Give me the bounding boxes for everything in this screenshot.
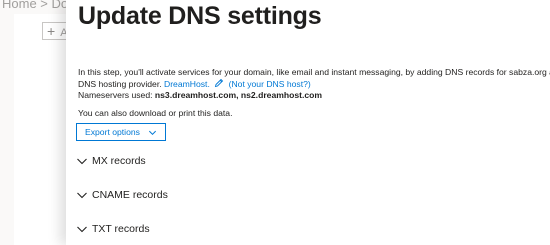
- intro-line-1: In this step, you'll activate services f…: [78, 67, 550, 77]
- chevron-down-icon: [77, 226, 87, 233]
- nameservers-line: Nameservers used: ns3.dreamhost.com, ns2…: [78, 90, 550, 101]
- export-options-label: Export options: [85, 127, 140, 137]
- section-label: TXT records: [92, 223, 150, 235]
- page-title: Update DNS settings: [78, 2, 322, 30]
- provider-link[interactable]: DreamHost.: [164, 79, 210, 89]
- pencil-icon[interactable]: [214, 78, 224, 88]
- intro-text: In this step, you'll activate services f…: [78, 67, 550, 101]
- intro-line-2: DNS hosting provider. DreamHost. (Not yo…: [78, 78, 550, 90]
- plus-icon: +: [47, 23, 56, 39]
- section-mx-records[interactable]: MX records: [76, 155, 146, 167]
- download-print-text: You can also download or print this data…: [78, 108, 233, 118]
- page: Home > Do + A Update DNS settings In this…: [0, 0, 550, 245]
- not-your-dns-host-link[interactable]: (Not your DNS host?): [229, 79, 311, 89]
- dns-settings-panel: Update DNS settings In this step, you'll…: [66, 0, 550, 245]
- section-txt-records[interactable]: TXT records: [76, 223, 150, 235]
- section-cname-records[interactable]: CNAME records: [76, 189, 168, 201]
- export-options-button[interactable]: Export options: [76, 123, 166, 141]
- chevron-down-icon: [77, 158, 87, 165]
- section-label: MX records: [92, 155, 146, 167]
- background-card: [14, 14, 74, 245]
- section-label: CNAME records: [92, 189, 168, 201]
- intro-line-2-prefix: DNS hosting provider.: [78, 79, 162, 89]
- nameservers-label: Nameservers used:: [78, 90, 153, 100]
- breadcrumb[interactable]: Home > Do: [2, 0, 68, 11]
- chevron-down-icon: [148, 130, 156, 135]
- nameservers-value: ns3.dreamhost.com, ns2.dreamhost.com: [154, 90, 323, 100]
- chevron-down-icon: [77, 192, 87, 199]
